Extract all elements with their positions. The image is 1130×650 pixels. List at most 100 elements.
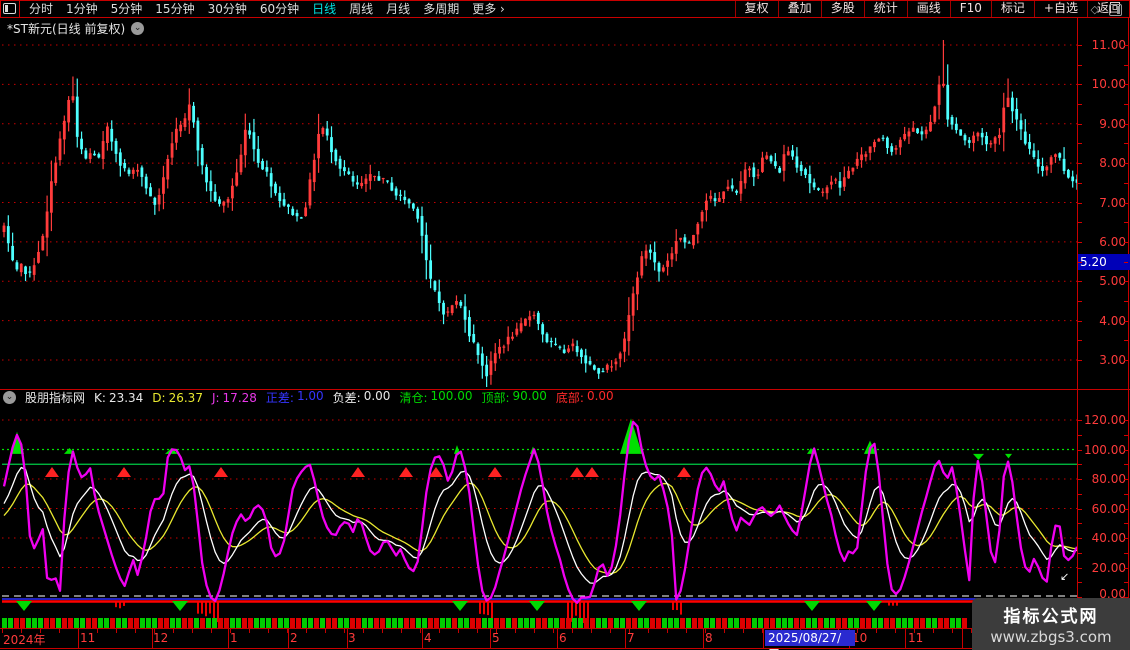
indicator-name[interactable]: 股朋指标网	[25, 389, 85, 406]
ribbon-block	[410, 618, 415, 628]
ribbon-block	[98, 618, 103, 628]
date-tick	[306, 629, 307, 633]
ribbon-block	[248, 618, 253, 628]
month-label-11: 11	[80, 631, 95, 645]
ribbon-block	[488, 618, 493, 628]
ribbon-block	[878, 618, 883, 628]
ribbon-block	[518, 618, 523, 628]
ribbon-block	[890, 618, 895, 628]
watermark-url: www.zbgs3.com	[990, 628, 1111, 646]
price-axis-label-8.00: 8.00	[1082, 156, 1126, 170]
ribbon-block	[548, 618, 553, 628]
ribbon-block	[158, 618, 163, 628]
price-tick	[1124, 203, 1128, 204]
date-tick	[211, 629, 212, 633]
price-tick	[1078, 340, 1082, 341]
ribbon-block	[650, 618, 655, 628]
period-tab-1分钟[interactable]: 1分钟	[66, 0, 98, 17]
ribbon-block	[704, 618, 709, 628]
date-tick	[458, 629, 459, 633]
ribbon-block	[818, 618, 823, 628]
ribbon-block	[116, 618, 121, 628]
indicator-field-value: 17.28	[223, 391, 257, 405]
month-boundary	[905, 629, 906, 648]
main-candlestick-chart[interactable]	[2, 38, 1077, 389]
price-tick	[1078, 84, 1082, 85]
price-tick	[1124, 124, 1128, 125]
ribbon-block	[86, 618, 91, 628]
price-tick	[1124, 222, 1128, 223]
toolbar-button-复权[interactable]: 复权	[735, 0, 778, 17]
indicator-tick	[1124, 523, 1128, 524]
toolbar-button-统计[interactable]: 统计	[864, 0, 907, 17]
ribbon-block	[656, 618, 661, 628]
indicator-header: ⌄ 股朋指标网 K:23.34D:26.37J:17.28正差:1.00负差:0…	[0, 390, 1076, 405]
date-tick	[743, 629, 744, 633]
ribbon-block	[950, 618, 955, 628]
month-label-1: 1	[230, 631, 238, 645]
period-tab-多周期[interactable]: 多周期	[423, 0, 459, 17]
title-chevron-down-icon[interactable]: ⌄	[131, 22, 144, 35]
ribbon-block	[938, 618, 943, 628]
layout-toggle-button[interactable]	[0, 0, 20, 17]
period-tab-5分钟[interactable]: 5分钟	[111, 0, 143, 17]
indicator-field-负差: 负差:0.00	[333, 389, 391, 406]
indicator-tick	[1124, 582, 1128, 583]
ribbon-block	[962, 618, 967, 628]
indicator-tick	[1124, 538, 1128, 539]
month-label-7: 7	[627, 631, 635, 645]
diamond-icon[interactable]: ◇	[1091, 3, 1099, 16]
ribbon-block	[440, 618, 445, 628]
indicator-tick	[1078, 568, 1082, 569]
ribbon-block	[74, 618, 79, 628]
period-tab-30分钟[interactable]: 30分钟	[208, 0, 247, 17]
date-tick	[572, 629, 573, 633]
indicator-tick	[1078, 450, 1082, 451]
indicator-chart[interactable]: ↙	[2, 405, 1077, 623]
ribbon-block	[494, 618, 499, 628]
period-tab-60分钟[interactable]: 60分钟	[260, 0, 299, 17]
indicator-field-label: 负差:	[333, 389, 361, 406]
toolbar-button-标记[interactable]: 标记	[991, 0, 1034, 17]
period-tab-月线[interactable]: 月线	[386, 0, 410, 17]
ribbon-block	[8, 618, 13, 628]
month-label-6: 6	[559, 631, 567, 645]
date-tick	[97, 629, 98, 633]
ribbon-block	[854, 618, 859, 628]
current-value-arrow-icon: ↙	[1060, 570, 1069, 583]
panel-layout-icon[interactable]	[1109, 4, 1122, 16]
ribbon-block	[296, 618, 301, 628]
period-tab-分时[interactable]: 分时	[29, 0, 53, 17]
period-tab-日线[interactable]: 日线	[312, 0, 336, 17]
ribbon-block	[776, 618, 781, 628]
toolbar-button-F10[interactable]: F10	[950, 0, 991, 17]
ribbon-block	[242, 618, 247, 628]
ribbon-block	[338, 618, 343, 628]
indicator-chevron-down-icon[interactable]: ⌄	[3, 391, 16, 404]
toolbar-button-叠加[interactable]: 叠加	[778, 0, 821, 17]
date-tick	[762, 629, 763, 633]
ribbon-block	[500, 618, 505, 628]
indicator-field-value: 90.00	[513, 389, 547, 406]
ribbon-block	[26, 618, 31, 628]
toolbar-button-画线[interactable]: 画线	[907, 0, 950, 17]
ribbon-block	[836, 618, 841, 628]
month-label-3: 3	[348, 631, 356, 645]
price-axis-label-10.00: 10.00	[1082, 77, 1126, 91]
more-menu-button[interactable]: 更多 ›	[472, 0, 505, 17]
date-tick	[439, 629, 440, 633]
watermark-title: 指标公式网	[1004, 602, 1099, 627]
period-tab-15分钟[interactable]: 15分钟	[155, 0, 194, 17]
ribbon-block	[230, 618, 235, 628]
ribbon-block	[530, 618, 535, 628]
ribbon-block	[746, 618, 751, 628]
indicator-field-label: 正差:	[266, 389, 294, 406]
ribbon-block	[392, 618, 397, 628]
top-toolbar: 分时 1分钟 5分钟 15分钟 30分钟 60分钟日线周线月线多周期更多 › 复权叠加多股…	[0, 0, 1130, 17]
indicator-tick	[1078, 435, 1082, 436]
toolbar-button-多股[interactable]: 多股	[821, 0, 864, 17]
ribbon-block	[590, 618, 595, 628]
date-tick	[420, 629, 421, 633]
period-tab-周线[interactable]: 周线	[349, 0, 373, 17]
toolbar-button-+自选[interactable]: +自选	[1034, 0, 1087, 17]
